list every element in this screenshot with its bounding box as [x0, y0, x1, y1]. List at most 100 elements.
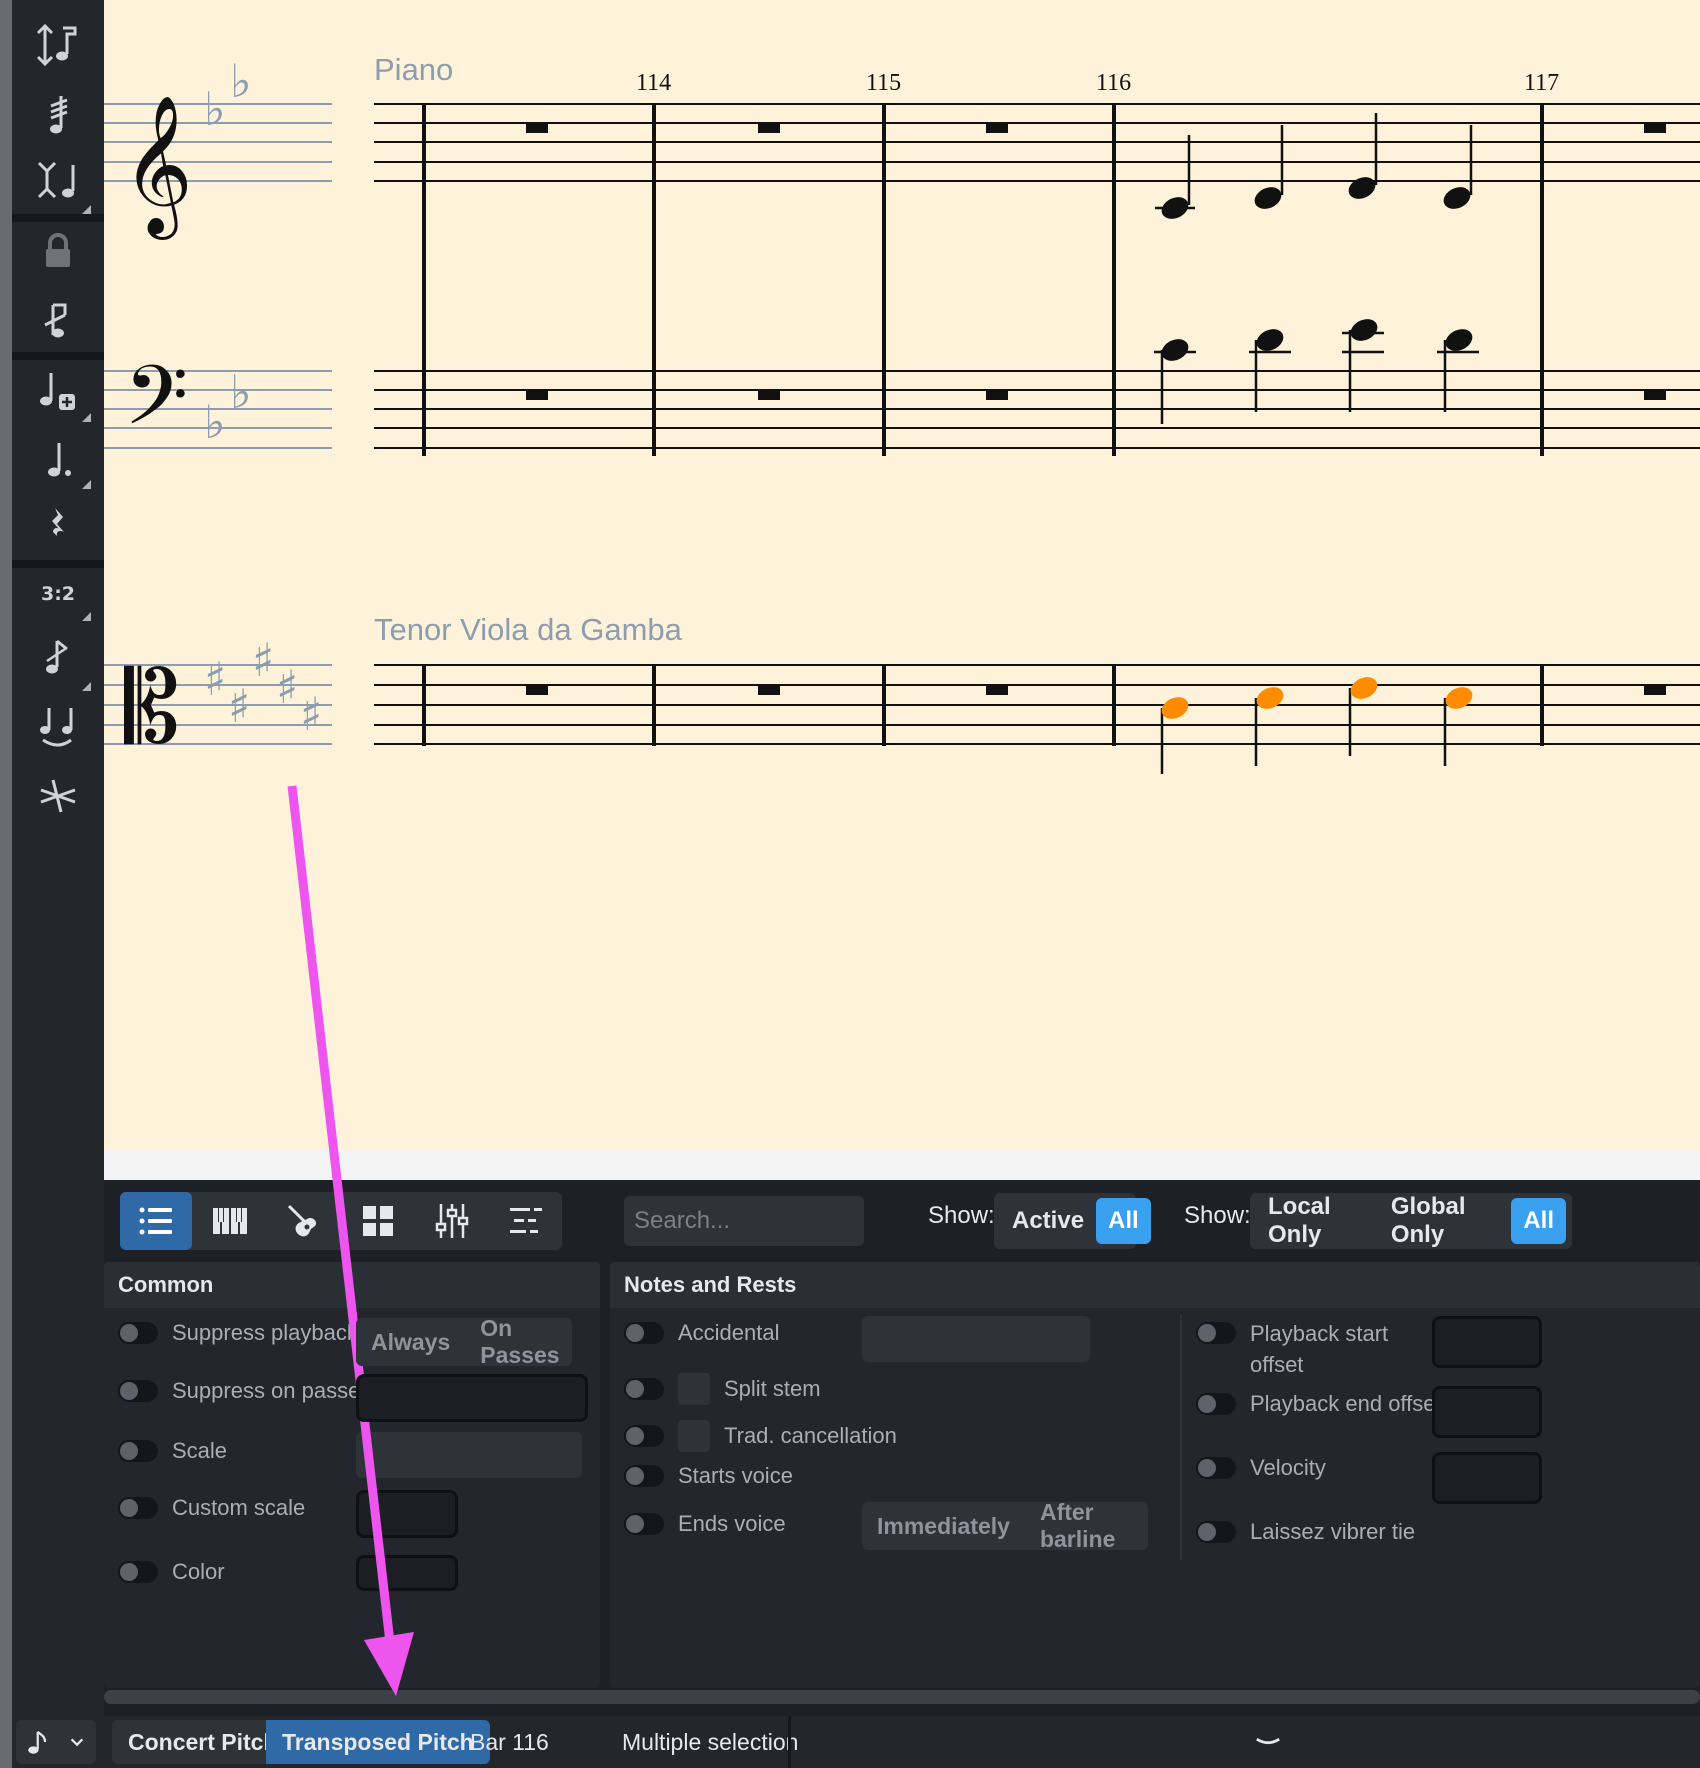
stem-direction-icon[interactable]	[28, 150, 88, 210]
velocity-label: Velocity	[1250, 1455, 1326, 1480]
outline-icon	[510, 1208, 542, 1233]
window-edge	[0, 0, 12, 1768]
fretboard-button[interactable]	[268, 1192, 340, 1250]
dotted-note-icon[interactable]	[28, 430, 88, 490]
instrument-name-viola[interactable]: Tenor Viola da Gamba	[374, 612, 682, 648]
show-label: Show:	[928, 1202, 995, 1229]
ends-voice-label: Ends voice	[678, 1511, 786, 1536]
expand-indicator	[82, 413, 91, 422]
tuplet-icon[interactable]: 3:2	[28, 564, 88, 624]
svg-text:♯: ♯	[276, 660, 298, 714]
transposed-pitch-button[interactable]: Transposed Pitch	[266, 1720, 490, 1764]
bar-number: 116	[1096, 70, 1132, 96]
suppress-on-passes-label: Suppress on passes	[172, 1378, 372, 1403]
playback-start-offset-label: Playback start offset	[1250, 1321, 1389, 1377]
svg-text:♯: ♯	[252, 633, 274, 687]
grace-note-icon[interactable]	[28, 290, 88, 350]
show-active-button[interactable]: Active	[1000, 1198, 1096, 1244]
tuplet-label: 3:2	[40, 583, 76, 605]
scale-field[interactable]	[356, 1432, 582, 1478]
collapse-chevron-icon	[1256, 1737, 1280, 1745]
starts-voice-toggle[interactable]	[624, 1465, 664, 1487]
ends-voice-toggle[interactable]	[624, 1513, 664, 1535]
velocity-field[interactable]	[1432, 1452, 1542, 1504]
custom-scale-toggle[interactable]	[118, 1497, 158, 1519]
status-bar: Concert Pitch Transposed Pitch Bar 116 M…	[12, 1716, 1700, 1768]
split-stem-toggle[interactable]	[624, 1378, 664, 1400]
mixer-button[interactable]	[416, 1192, 488, 1250]
collapse-panel-button[interactable]	[1238, 1720, 1298, 1764]
properties-toolbar	[120, 1192, 562, 1250]
common-group-title[interactable]: Common	[104, 1262, 600, 1308]
svg-text:♭: ♭	[230, 54, 252, 108]
scissors-icon[interactable]	[28, 765, 88, 825]
acciaccatura-icon[interactable]	[28, 628, 88, 688]
mixer-icon	[435, 1204, 469, 1238]
music-notation[interactable]: 𝄞 𝄢 𝄡 ♭♭ ♭♭ ♯♯♯♯♯ . .	[104, 0, 1700, 1150]
velocity-toggle[interactable]	[1196, 1457, 1236, 1479]
playback-end-offset-toggle[interactable]	[1196, 1393, 1236, 1415]
bar-number: 117	[1524, 70, 1560, 96]
alto-clef: 𝄡	[124, 649, 180, 766]
accidental-field[interactable]	[862, 1316, 1090, 1362]
playback-start-offset-toggle[interactable]	[1196, 1322, 1236, 1344]
playback-end-offset-label: Playback end offset	[1250, 1391, 1442, 1416]
outline-button[interactable]	[490, 1192, 562, 1250]
accidental-row: Accidental	[624, 1320, 780, 1346]
trad-cancellation-toggle[interactable]	[624, 1425, 664, 1447]
column-divider	[1180, 1314, 1182, 1560]
eighth-note-icon	[28, 1730, 47, 1754]
custom-scale-field[interactable]	[356, 1490, 458, 1538]
suppress-playback-toggle[interactable]	[118, 1322, 158, 1344]
properties-search-input[interactable]	[624, 1196, 864, 1246]
always-button[interactable]: Always	[356, 1329, 465, 1356]
local-only-button[interactable]: Local Only	[1256, 1193, 1379, 1248]
color-field[interactable]	[356, 1555, 458, 1591]
list-icon	[139, 1207, 172, 1235]
common-group: Common Suppress playback Always On Passe…	[104, 1262, 600, 1688]
lock-icon[interactable]	[28, 222, 88, 282]
score-view[interactable]: 𝄞 𝄢 𝄡 ♭♭ ♭♭ ♯♯♯♯♯ . .	[104, 0, 1700, 1150]
bar-number: 114	[636, 70, 672, 96]
suppress-on-passes-field[interactable]	[356, 1374, 588, 1422]
show-scope-segment: Local Only Global Only All	[1250, 1193, 1572, 1249]
rest-icon[interactable]	[28, 495, 88, 555]
color-toggle[interactable]	[118, 1561, 158, 1583]
guitar-icon	[287, 1204, 317, 1237]
playback-start-offset-field[interactable]	[1432, 1316, 1542, 1368]
accidental-toggle[interactable]	[624, 1322, 664, 1344]
svg-text:♭: ♭	[204, 82, 226, 136]
expand-indicator	[82, 205, 91, 214]
properties-list-button[interactable]	[120, 1192, 192, 1250]
trad-cancellation-checkbox[interactable]	[678, 1420, 710, 1452]
show-all-button[interactable]: All	[1096, 1198, 1151, 1244]
instrument-name-piano[interactable]: Piano	[374, 52, 453, 88]
panels-button[interactable]	[342, 1192, 414, 1250]
grid-icon	[363, 1206, 393, 1236]
note-input-icon[interactable]	[28, 15, 88, 75]
properties-scrollbar[interactable]	[104, 1690, 1700, 1704]
laissez-vibrer-tie-toggle[interactable]	[1196, 1521, 1236, 1543]
after-barline-button[interactable]: After barline	[1025, 1499, 1148, 1553]
keyboard-icon	[213, 1208, 247, 1234]
custom-scale-label: Custom scale	[172, 1495, 306, 1520]
immediately-button[interactable]: Immediately	[862, 1513, 1025, 1540]
split-stem-checkbox[interactable]	[678, 1373, 710, 1405]
tremolo-icon[interactable]	[28, 85, 88, 145]
add-note-icon[interactable]	[28, 362, 88, 422]
laissez-vibrer-tie-label: Laissez vibrer tie	[1250, 1519, 1416, 1544]
show-all-scope-button[interactable]: All	[1511, 1198, 1566, 1244]
scale-toggle[interactable]	[118, 1440, 158, 1462]
notes-and-rests-title[interactable]: Notes and Rests	[610, 1262, 1700, 1308]
tie-icon[interactable]	[28, 697, 88, 757]
global-only-button[interactable]: Global Only	[1379, 1193, 1511, 1248]
svg-text:♯: ♯	[228, 679, 250, 733]
svg-text:♭: ♭	[204, 395, 226, 449]
suppress-mode-segment: Always On Passes	[356, 1315, 574, 1369]
on-passes-button[interactable]: On Passes	[465, 1315, 574, 1369]
keyboard-button[interactable]	[194, 1192, 266, 1250]
color-label: Color	[172, 1559, 225, 1584]
note-value-dropdown[interactable]	[16, 1720, 96, 1764]
suppress-on-passes-toggle[interactable]	[118, 1380, 158, 1402]
playback-end-offset-field[interactable]	[1432, 1386, 1542, 1438]
